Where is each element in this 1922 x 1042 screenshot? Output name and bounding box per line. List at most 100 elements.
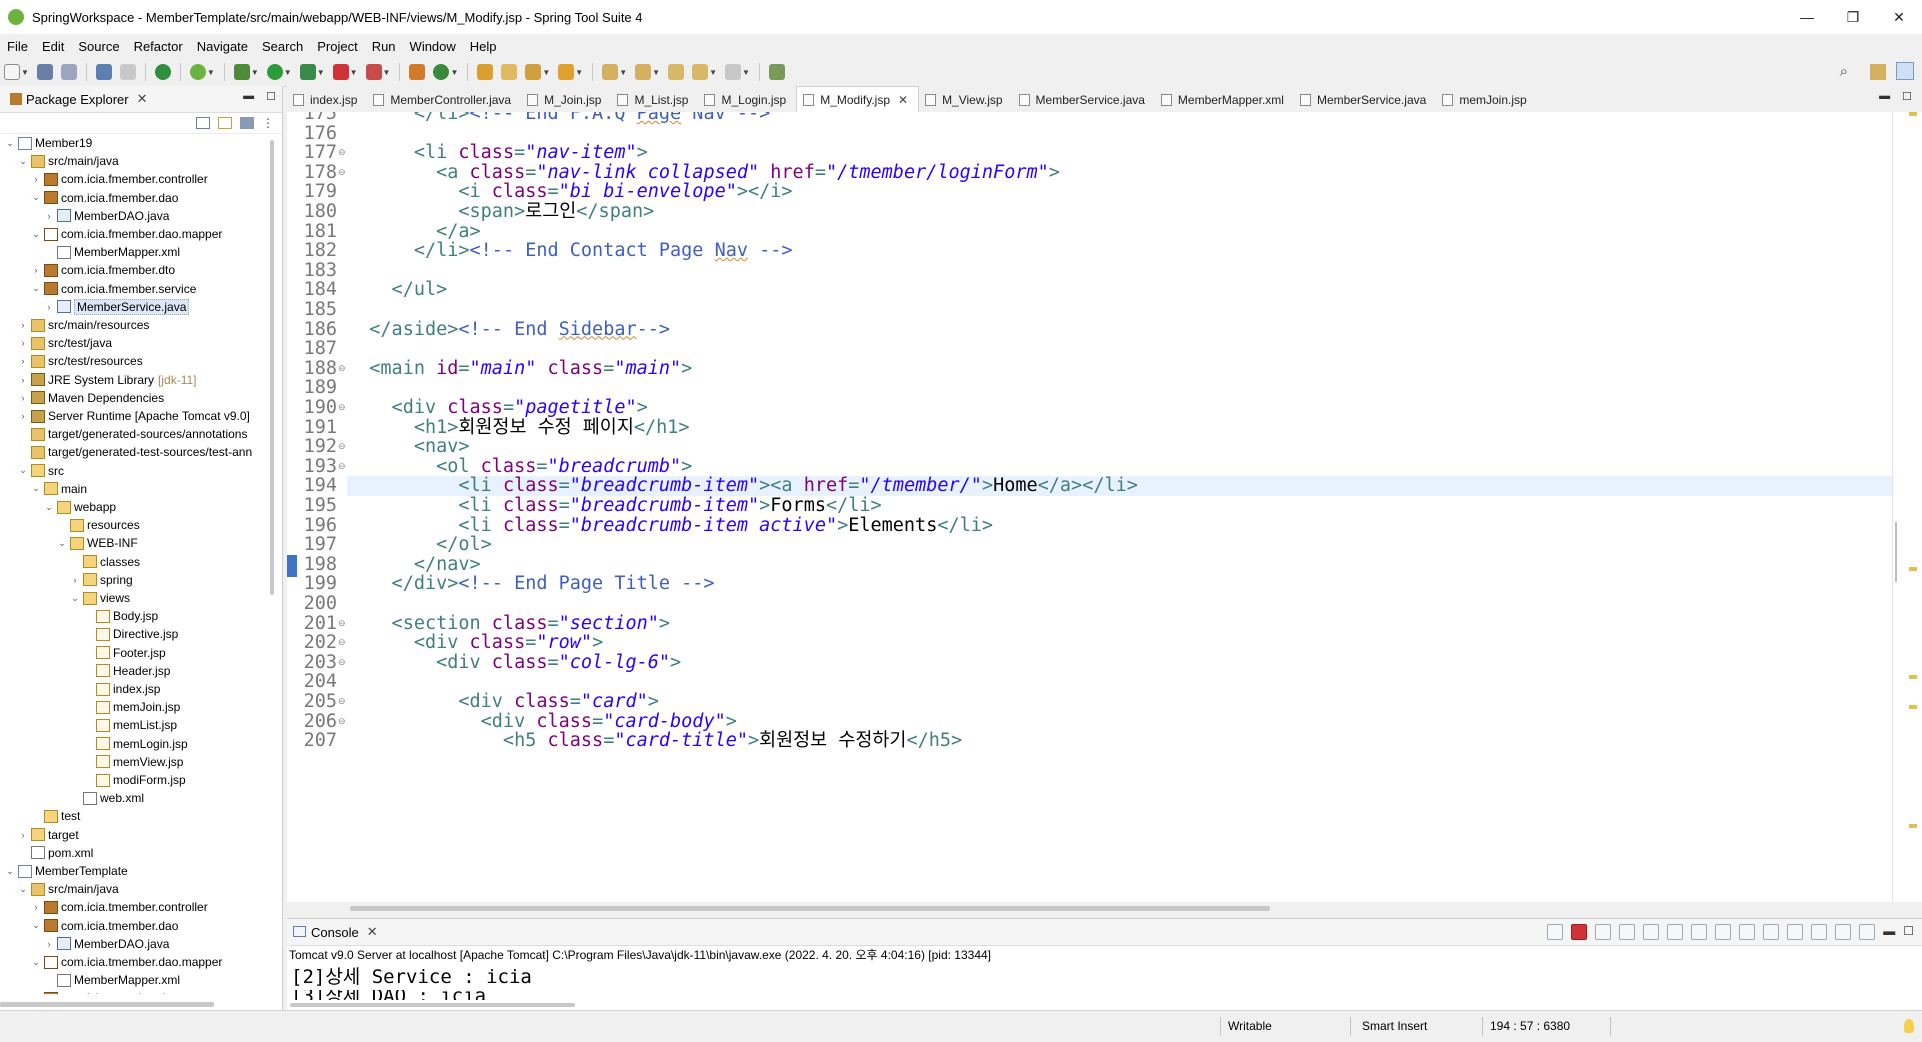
run-external-tools-icon[interactable] xyxy=(299,64,316,80)
tree-item[interactable]: › Maven Dependencies xyxy=(17,389,165,407)
warning-marker[interactable] xyxy=(1909,112,1917,116)
console-tab[interactable]: Console ✕ ▬ ☐ xyxy=(287,919,1922,946)
tree-item[interactable]: target/generated-sources/annotations xyxy=(17,425,247,443)
next-annotation-icon[interactable] xyxy=(602,64,619,80)
view-menu-icon[interactable]: ⋮ xyxy=(262,116,274,130)
tree-item[interactable]: › src/main/resources xyxy=(17,316,150,334)
tree-item[interactable]: › MemberDAO.java xyxy=(43,935,170,953)
tree-item[interactable]: Footer.jsp xyxy=(82,644,166,662)
debug-icon[interactable] xyxy=(233,64,250,80)
tree-item[interactable]: ⌄ main xyxy=(30,480,87,498)
menu-refactor[interactable]: Refactor xyxy=(127,39,190,54)
collapse-arrow-icon[interactable]: ⌄ xyxy=(30,957,42,968)
fold-toggle-icon[interactable]: ⊖ xyxy=(338,692,346,712)
tree-item[interactable]: ⌄ com.icia.tmember.dto xyxy=(30,989,175,994)
editor-tab[interactable]: MemberService.java xyxy=(1294,88,1436,112)
expand-arrow-icon[interactable]: › xyxy=(43,302,55,312)
gear-icon[interactable] xyxy=(1859,924,1876,940)
search-icon[interactable]: ⌕ xyxy=(1840,63,1848,80)
editor-vertical-scrollbar[interactable] xyxy=(1895,522,1897,582)
expand-arrow-icon[interactable]: › xyxy=(17,830,29,840)
tree-item[interactable]: ⌄ com.icia.tmember.dao.mapper xyxy=(30,953,222,971)
editor-tab[interactable]: M_View.jsp xyxy=(919,88,1012,112)
overview-ruler[interactable] xyxy=(1892,112,1922,902)
editor-tab[interactable]: M_List.jsp xyxy=(611,88,698,112)
search-tool-icon[interactable] xyxy=(525,64,542,80)
last-edit-location-icon[interactable] xyxy=(668,64,685,80)
tree-item[interactable]: target/generated-test-sources/test-ann xyxy=(17,443,252,461)
minimize-view-icon[interactable]: ▬ xyxy=(1883,924,1895,940)
display-selected-console-icon[interactable] xyxy=(1787,924,1804,940)
tree-item[interactable]: ⌄ MemberTemplate xyxy=(4,862,127,880)
warning-marker[interactable] xyxy=(1909,705,1917,709)
new-class-icon[interactable] xyxy=(433,64,450,80)
expand-arrow-icon[interactable]: › xyxy=(43,939,55,949)
tree-item[interactable]: › src/test/resources xyxy=(17,352,143,370)
collapse-arrow-icon[interactable]: ⌄ xyxy=(17,884,29,895)
expand-arrow-icon[interactable]: › xyxy=(30,902,42,912)
tree-item[interactable]: web.xml xyxy=(69,789,144,807)
terminate-icon[interactable] xyxy=(1571,924,1588,940)
refresh-icon[interactable] xyxy=(1547,924,1564,940)
tree-item[interactable]: ⌄ WEB-INF xyxy=(56,534,137,552)
spring-icon[interactable] xyxy=(189,64,206,80)
open-perspective-icon[interactable] xyxy=(1870,64,1886,80)
focus-icon[interactable] xyxy=(240,117,254,129)
collapse-arrow-icon[interactable]: ⌄ xyxy=(30,283,42,294)
collapse-arrow-icon[interactable]: ⌄ xyxy=(30,192,42,203)
tree-item[interactable]: MemberMapper.xml xyxy=(43,971,180,989)
tree-item[interactable]: memJoin.jsp xyxy=(82,698,180,716)
tree-item[interactable]: ⌄ com.icia.tmember.dao xyxy=(30,917,178,935)
tree-item[interactable]: ⌄ Member19 xyxy=(4,134,92,152)
pin-console-icon[interactable] xyxy=(1763,924,1780,940)
package-explorer-tab[interactable]: Package Explorer ✕ ▬ ☐ xyxy=(0,86,282,113)
collapse-all-icon[interactable] xyxy=(196,117,210,129)
close-window-button[interactable]: ✕ xyxy=(1876,0,1922,34)
code-editor[interactable]: 175 176 177 ⊖ 178 ⊖ 179 180 181 182 183 184 185 186 18… xyxy=(287,112,1892,902)
tree-item[interactable]: resources xyxy=(56,516,140,534)
expand-arrow-icon[interactable]: › xyxy=(30,174,42,184)
warning-marker[interactable] xyxy=(1909,824,1917,828)
clear-console-icon[interactable] xyxy=(1643,924,1660,940)
tree-item[interactable]: › src/test/java xyxy=(17,334,113,352)
save-all-icon[interactable] xyxy=(60,64,77,80)
expand-arrow-icon[interactable]: › xyxy=(17,338,29,348)
tree-item[interactable]: ⌄ views xyxy=(69,589,130,607)
collapse-arrow-icon[interactable]: ⌄ xyxy=(56,538,68,549)
fold-toggle-icon[interactable]: ⊖ xyxy=(338,712,346,732)
collapse-arrow-icon[interactable]: ⌄ xyxy=(30,229,42,240)
tree-item[interactable]: › JRE System Library [jdk-11] xyxy=(17,371,197,389)
menu-source[interactable]: Source xyxy=(71,39,126,54)
tree-item[interactable]: › target xyxy=(17,826,79,844)
explorer-horizontal-scrollbar[interactable] xyxy=(0,1002,214,1007)
tree-item[interactable]: pom.xml xyxy=(17,844,93,862)
tree-item[interactable]: Directive.jsp xyxy=(82,625,178,643)
tree-item[interactable]: modiForm.jsp xyxy=(82,771,186,789)
minimize-button[interactable]: — xyxy=(1784,0,1830,34)
console-horizontal-scrollbar[interactable] xyxy=(290,1003,575,1007)
tree-item[interactable]: Body.jsp xyxy=(82,607,158,625)
word-wrap-icon[interactable] xyxy=(1691,924,1708,940)
previous-annotation-icon[interactable] xyxy=(635,64,652,80)
remove-launch-icon[interactable] xyxy=(1595,924,1612,940)
tree-item[interactable]: memLogin.jsp xyxy=(82,735,188,753)
view-menu-icon[interactable] xyxy=(1835,924,1852,940)
stop-icon[interactable] xyxy=(332,64,349,80)
back-icon[interactable] xyxy=(692,64,709,80)
menu-navigate[interactable]: Navigate xyxy=(190,39,255,54)
expand-arrow-icon[interactable]: › xyxy=(17,411,29,421)
tree-item[interactable]: memList.jsp xyxy=(82,716,177,734)
editor-tab[interactable]: MemberMapper.xml xyxy=(1155,88,1294,112)
java-ee-perspective-icon[interactable] xyxy=(1896,62,1914,80)
warning-marker[interactable] xyxy=(1909,567,1917,571)
tree-item[interactable]: MemberMapper.xml xyxy=(43,243,180,261)
menu-edit[interactable]: Edit xyxy=(35,39,71,54)
collapse-arrow-icon[interactable]: ⌄ xyxy=(30,483,42,494)
close-icon[interactable]: ✕ xyxy=(367,924,378,940)
menu-run[interactable]: Run xyxy=(365,39,403,54)
menu-project[interactable]: Project xyxy=(310,39,364,54)
tree-item[interactable]: › com.icia.tmember.controller xyxy=(30,898,208,916)
tree-item[interactable]: ⌄ src/main/java xyxy=(17,880,118,898)
maximize-editor-icon[interactable]: ☐ xyxy=(1902,90,1912,103)
tree-item[interactable]: index.jsp xyxy=(82,680,160,698)
